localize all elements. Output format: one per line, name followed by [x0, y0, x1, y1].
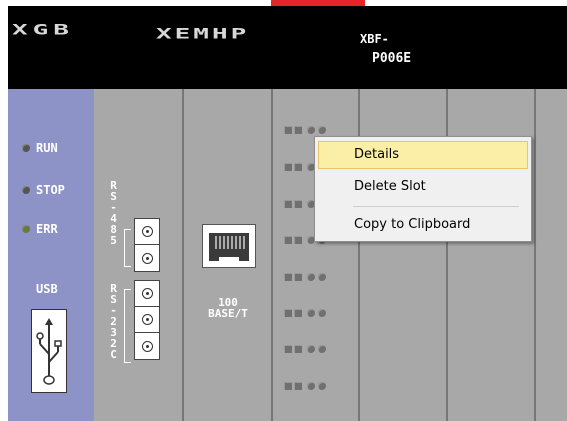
brand-logo-xgb: XGB — [12, 22, 74, 39]
io-led-square — [294, 382, 302, 390]
io-led-round — [318, 345, 326, 353]
io-led-square — [284, 309, 292, 317]
io-slot-4[interactable] — [536, 89, 567, 421]
terminal-screw — [135, 219, 159, 245]
usb-port — [31, 309, 67, 393]
module-model-name: P006E — [372, 51, 412, 66]
err-led-label: ERR — [36, 222, 58, 236]
io-led-square — [284, 200, 292, 208]
ethernet-type: BASE/T — [208, 307, 248, 320]
usb-icon — [36, 318, 62, 385]
menu-item-details[interactable]: Details — [318, 141, 528, 169]
menu-item-copy-to-clipboard[interactable]: Copy to Clipboard — [318, 211, 528, 239]
io-led-square — [294, 236, 302, 244]
io-led-group — [284, 343, 354, 355]
run-led-label: RUN — [36, 141, 58, 155]
context-menu: Details Delete Slot Copy to Clipboard — [314, 136, 532, 242]
menu-item-delete-slot[interactable]: Delete Slot — [318, 173, 528, 201]
rack-header: XGB XEMHP XBF- P006E — [8, 6, 567, 89]
plc-rack: XGB XEMHP XBF- P006E RUN STOP ERR USB RS… — [8, 0, 567, 421]
ethernet-port — [202, 224, 256, 268]
ethernet-port-icon — [209, 233, 249, 261]
err-led: ERR — [22, 221, 58, 237]
usb-label: USB — [36, 282, 58, 296]
ethernet-label: 100 BASE/T — [198, 297, 258, 319]
io-led-group — [284, 271, 354, 283]
rs232-terminal-block — [134, 280, 160, 360]
io-led-square — [284, 382, 292, 390]
io-led-group — [284, 124, 354, 136]
stop-led-label: STOP — [36, 183, 65, 197]
io-led-square — [284, 236, 292, 244]
menu-separator — [353, 206, 519, 207]
io-led-round — [318, 382, 326, 390]
rs232-bracket — [124, 289, 131, 363]
io-led-round — [307, 382, 315, 390]
rs485-label-text: RS-485 — [107, 179, 120, 245]
terminal-screw — [135, 245, 159, 271]
slot-divider — [534, 89, 536, 421]
io-led-square — [284, 273, 292, 281]
io-led-round — [318, 273, 326, 281]
io-led-square — [294, 345, 302, 353]
io-led-square — [294, 273, 302, 281]
io-led-square — [284, 345, 292, 353]
io-led-round — [318, 126, 326, 134]
io-led-group — [284, 307, 354, 319]
terminal-screw — [135, 333, 159, 359]
comm-module-divider — [182, 89, 184, 421]
slot-divider — [271, 89, 273, 421]
stop-led: STOP — [22, 182, 65, 198]
rs232-label: RS-232C — [107, 282, 120, 361]
io-led-round — [307, 273, 315, 281]
run-led: RUN — [22, 140, 58, 156]
stop-led-icon — [22, 186, 30, 194]
run-led-icon — [22, 144, 30, 152]
err-led-icon — [22, 225, 30, 233]
io-led-square — [284, 163, 292, 171]
brand-logo-xemhp: XEMHP — [156, 26, 250, 43]
io-led-round — [307, 345, 315, 353]
rs485-label: RS-485 — [107, 179, 120, 247]
io-led-square — [294, 126, 302, 134]
module-model-prefix: XBF- — [360, 32, 389, 46]
io-led-square — [284, 126, 292, 134]
io-led-round — [318, 309, 326, 317]
rs485-bracket — [124, 229, 131, 267]
io-led-square — [294, 163, 302, 171]
terminal-screw — [135, 281, 159, 307]
io-led-square — [294, 200, 302, 208]
io-led-round — [307, 126, 315, 134]
terminal-screw — [135, 307, 159, 333]
io-led-square — [294, 309, 302, 317]
io-led-round — [307, 309, 315, 317]
io-led-group — [284, 380, 354, 392]
rs485-terminal-block — [134, 218, 160, 272]
cpu-module[interactable]: RUN STOP ERR USB — [8, 89, 94, 421]
rs232-label-text: RS-232C — [107, 282, 120, 359]
